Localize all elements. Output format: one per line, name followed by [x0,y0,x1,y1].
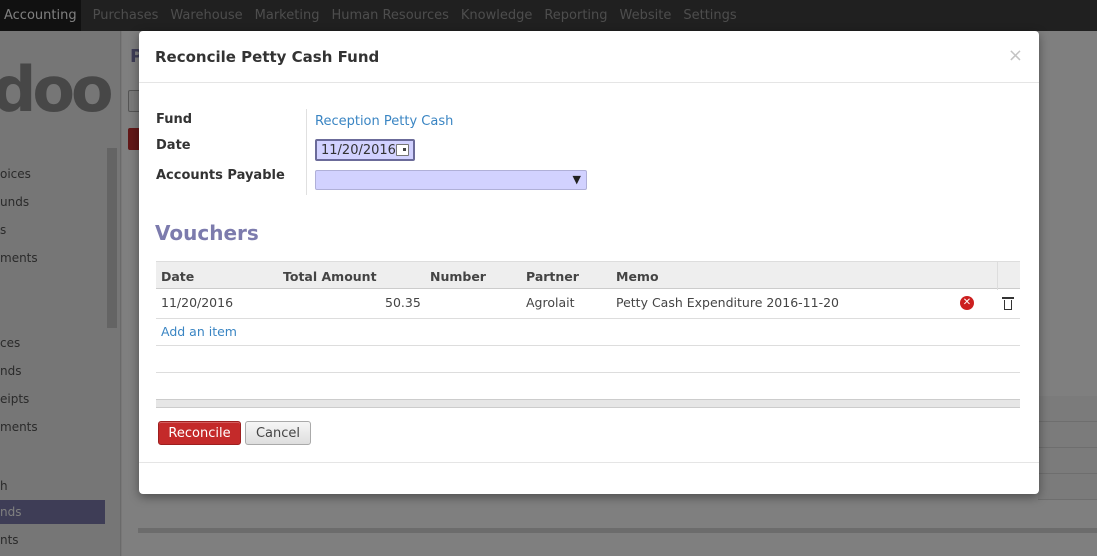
reconcile-button[interactable]: Reconcile [158,421,241,445]
fund-link[interactable]: Reception Petty Cash [315,114,453,129]
dialog-header: Reconcile Petty Cash Fund × [139,31,1039,83]
column-header-number[interactable]: Number [430,269,486,284]
empty-row [156,346,1020,373]
column-header-date[interactable]: Date [161,269,194,284]
table-row[interactable]: 11/20/2016 50.35 Agrolait Petty Cash Exp… [156,289,1020,319]
vouchers-title: Vouchers [155,221,259,245]
date-label: Date [156,138,191,153]
add-item-link[interactable]: Add an item [161,324,237,339]
close-icon[interactable]: × [1008,45,1023,66]
cell-memo: Petty Cash Expenditure 2016-11-20 [616,295,839,310]
fund-label: Fund [156,112,193,127]
cancel-button[interactable]: Cancel [245,421,311,445]
cell-date: 11/20/2016 [161,295,234,310]
cell-total-amount: 50.35 [385,295,421,310]
trash-icon[interactable] [1002,297,1014,310]
add-item-row: Add an item [156,319,1020,346]
form-separator [306,109,307,195]
vouchers-table: Date Total Amount Number Partner Memo 11… [156,261,1020,373]
remove-icon[interactable]: ✕ [960,296,974,310]
accounts-payable-label: Accounts Payable [156,168,285,183]
column-header-memo[interactable]: Memo [616,269,659,284]
reconcile-dialog: Reconcile Petty Cash Fund × Fund Date Ac… [139,31,1039,494]
cell-partner: Agrolait [526,295,575,310]
date-field[interactable]: 11/20/2016 [315,139,415,161]
column-header-partner[interactable]: Partner [526,269,579,284]
date-field-value: 11/20/2016 [321,142,396,158]
table-header: Date Total Amount Number Partner Memo [156,261,1020,290]
calendar-icon[interactable] [396,144,409,156]
dropdown-arrow-icon[interactable]: ▼ [573,173,581,186]
dialog-footer-divider [139,462,1039,463]
column-header-total-amount[interactable]: Total Amount [283,269,377,284]
table-footer [156,399,1020,408]
dialog-title: Reconcile Petty Cash Fund [155,48,380,66]
column-separator [997,262,998,290]
accounts-payable-select[interactable]: ▼ [315,170,587,190]
